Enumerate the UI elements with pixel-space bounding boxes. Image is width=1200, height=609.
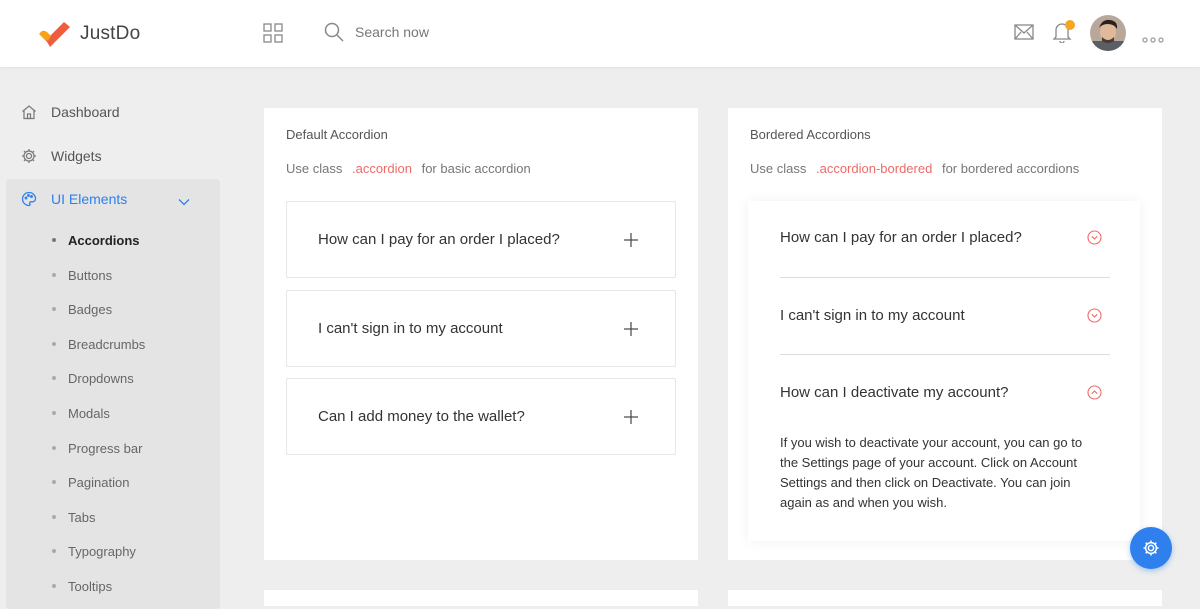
divider: [780, 354, 1110, 355]
sidebar-item-label: Widgets: [51, 148, 102, 164]
bullet-icon: [52, 238, 56, 242]
sidebar-subitem-label: Accordions: [68, 232, 140, 248]
logo-icon: [39, 22, 70, 47]
class-name-code: .accordion-bordered: [815, 161, 933, 176]
accordion-item-open[interactable]: How can I deactivate my account?: [780, 384, 1110, 401]
sidebar-subitem-accordions[interactable]: Accordions: [52, 230, 140, 250]
accordion-question: Can I add money to the wallet?: [318, 408, 525, 425]
chevron-down-circle-icon[interactable]: [1087, 230, 1102, 249]
sidebar-subitem-label: Tabs: [68, 509, 96, 525]
bullet-icon: [52, 342, 56, 346]
sidebar-subitem-label: Progress bar: [68, 440, 143, 456]
sidebar-subitem-badges[interactable]: Badges: [52, 299, 112, 319]
sidebar-subitem-breadcrumbs[interactable]: Breadcrumbs: [52, 334, 145, 354]
settings-fab-button[interactable]: [1130, 527, 1172, 569]
sidebar-subitem-dropdowns[interactable]: Dropdowns: [52, 368, 134, 388]
brand[interactable]: JustDo: [37, 18, 140, 50]
sidebar-subitem-label: Breadcrumbs: [68, 336, 146, 352]
sidebar-item-widgets[interactable]: Widgets: [6, 136, 220, 176]
bullet-icon: [52, 480, 56, 484]
default-accordion-card: Default Accordion Use class .accordion f…: [264, 108, 698, 560]
sidebar-subitem-label: Buttons: [68, 267, 113, 283]
accordion-item[interactable]: How can I pay for an order I placed?: [286, 201, 676, 278]
sidebar-subitem-label: Dropdowns: [68, 370, 134, 386]
class-name-code: .accordion: [351, 161, 412, 176]
sidebar-subitem-label: Typography: [68, 543, 136, 559]
plus-icon[interactable]: [624, 410, 638, 429]
gear-icon: [20, 147, 38, 165]
bullet-icon: [52, 376, 56, 380]
gear-icon: [1143, 540, 1159, 556]
sidebar: Dashboard Widgets UI Elements Accordions: [0, 67, 230, 609]
palette-icon: [20, 190, 38, 208]
card-title: Default Accordion: [286, 127, 388, 142]
top-bar: JustDo: [0, 0, 1200, 67]
sidebar-subitem-label: Tooltips: [68, 578, 113, 594]
description-suffix: for basic accordion: [421, 161, 531, 176]
sidebar-subitem-tooltips[interactable]: Tooltips: [52, 576, 112, 596]
description-prefix: Use class: [750, 161, 807, 176]
bullet-icon: [52, 411, 56, 415]
sidebar-item-label: Dashboard: [51, 104, 120, 120]
chevron-up-circle-icon[interactable]: [1087, 385, 1102, 404]
notification-badge: [1065, 20, 1075, 30]
accordion-item[interactable]: How can I pay for an order I placed?: [780, 229, 1110, 246]
mail-icon[interactable]: [1014, 24, 1034, 45]
bordered-accordion-card: Bordered Accordions Use class .accordion…: [728, 108, 1162, 560]
accordion-answer: If you wish to deactivate your account, …: [780, 435, 1083, 510]
more-options-icon[interactable]: [1142, 30, 1164, 48]
bullet-icon: [52, 273, 56, 277]
sidebar-item-dashboard[interactable]: Dashboard: [6, 92, 220, 132]
sidebar-subitem-label: Modals: [68, 405, 110, 421]
bullet-icon: [52, 307, 56, 311]
plus-icon[interactable]: [624, 233, 638, 252]
plus-icon[interactable]: [624, 322, 638, 341]
card-partial: [264, 590, 698, 606]
apps-grid-icon[interactable]: [263, 23, 283, 48]
chevron-down-circle-icon[interactable]: [1087, 308, 1102, 327]
accordion-question: I can't sign in to my account: [780, 307, 965, 324]
description-suffix: for bordered accordions: [941, 161, 1080, 176]
sidebar-item-ui-elements[interactable]: UI Elements: [6, 179, 220, 219]
search-bar: [324, 22, 535, 42]
card-description: Use class .accordion for basic accordion: [286, 161, 531, 176]
bordered-accordion: How can I pay for an order I placed? I c…: [748, 201, 1140, 541]
sidebar-subitem-typography[interactable]: Typography: [52, 541, 136, 561]
accordion-question: How can I pay for an order I placed?: [318, 231, 560, 248]
sidebar-subitem-progress-bar[interactable]: Progress bar: [52, 438, 142, 458]
accordion-item[interactable]: I can't sign in to my account: [780, 307, 1110, 324]
accordion-item[interactable]: I can't sign in to my account: [286, 290, 676, 367]
bullet-icon: [52, 584, 56, 588]
sidebar-subitem-label: Pagination: [68, 474, 130, 490]
sidebar-subitem-modals[interactable]: Modals: [52, 403, 110, 423]
brand-name: JustDo: [80, 23, 141, 44]
bullet-icon: [52, 515, 56, 519]
bullet-icon: [52, 446, 56, 450]
card-description: Use class .accordion-bordered for border…: [750, 161, 1079, 176]
sidebar-subitem-label: Badges: [68, 301, 113, 317]
card-title: Bordered Accordions: [750, 127, 871, 142]
accordion-question: How can I pay for an order I placed?: [780, 229, 1022, 246]
divider: [780, 277, 1110, 278]
card-partial: [728, 590, 1162, 606]
accordion-question: I can't sign in to my account: [318, 320, 503, 337]
home-icon: [20, 103, 38, 121]
avatar[interactable]: [1090, 15, 1126, 51]
sidebar-subitem-tabs[interactable]: Tabs: [52, 507, 95, 527]
description-prefix: Use class: [286, 161, 343, 176]
bullet-icon: [52, 549, 56, 553]
search-input[interactable]: [355, 24, 535, 40]
accordion-item[interactable]: Can I add money to the wallet?: [286, 378, 676, 455]
sidebar-subitem-pagination[interactable]: Pagination: [52, 472, 129, 492]
sidebar-subitem-buttons[interactable]: Buttons: [52, 265, 112, 285]
sidebar-item-label: UI Elements: [51, 191, 128, 207]
search-icon[interactable]: [324, 22, 344, 42]
accordion-question: How can I deactivate my account?: [780, 384, 1009, 401]
chevron-down-icon[interactable]: [178, 193, 190, 209]
